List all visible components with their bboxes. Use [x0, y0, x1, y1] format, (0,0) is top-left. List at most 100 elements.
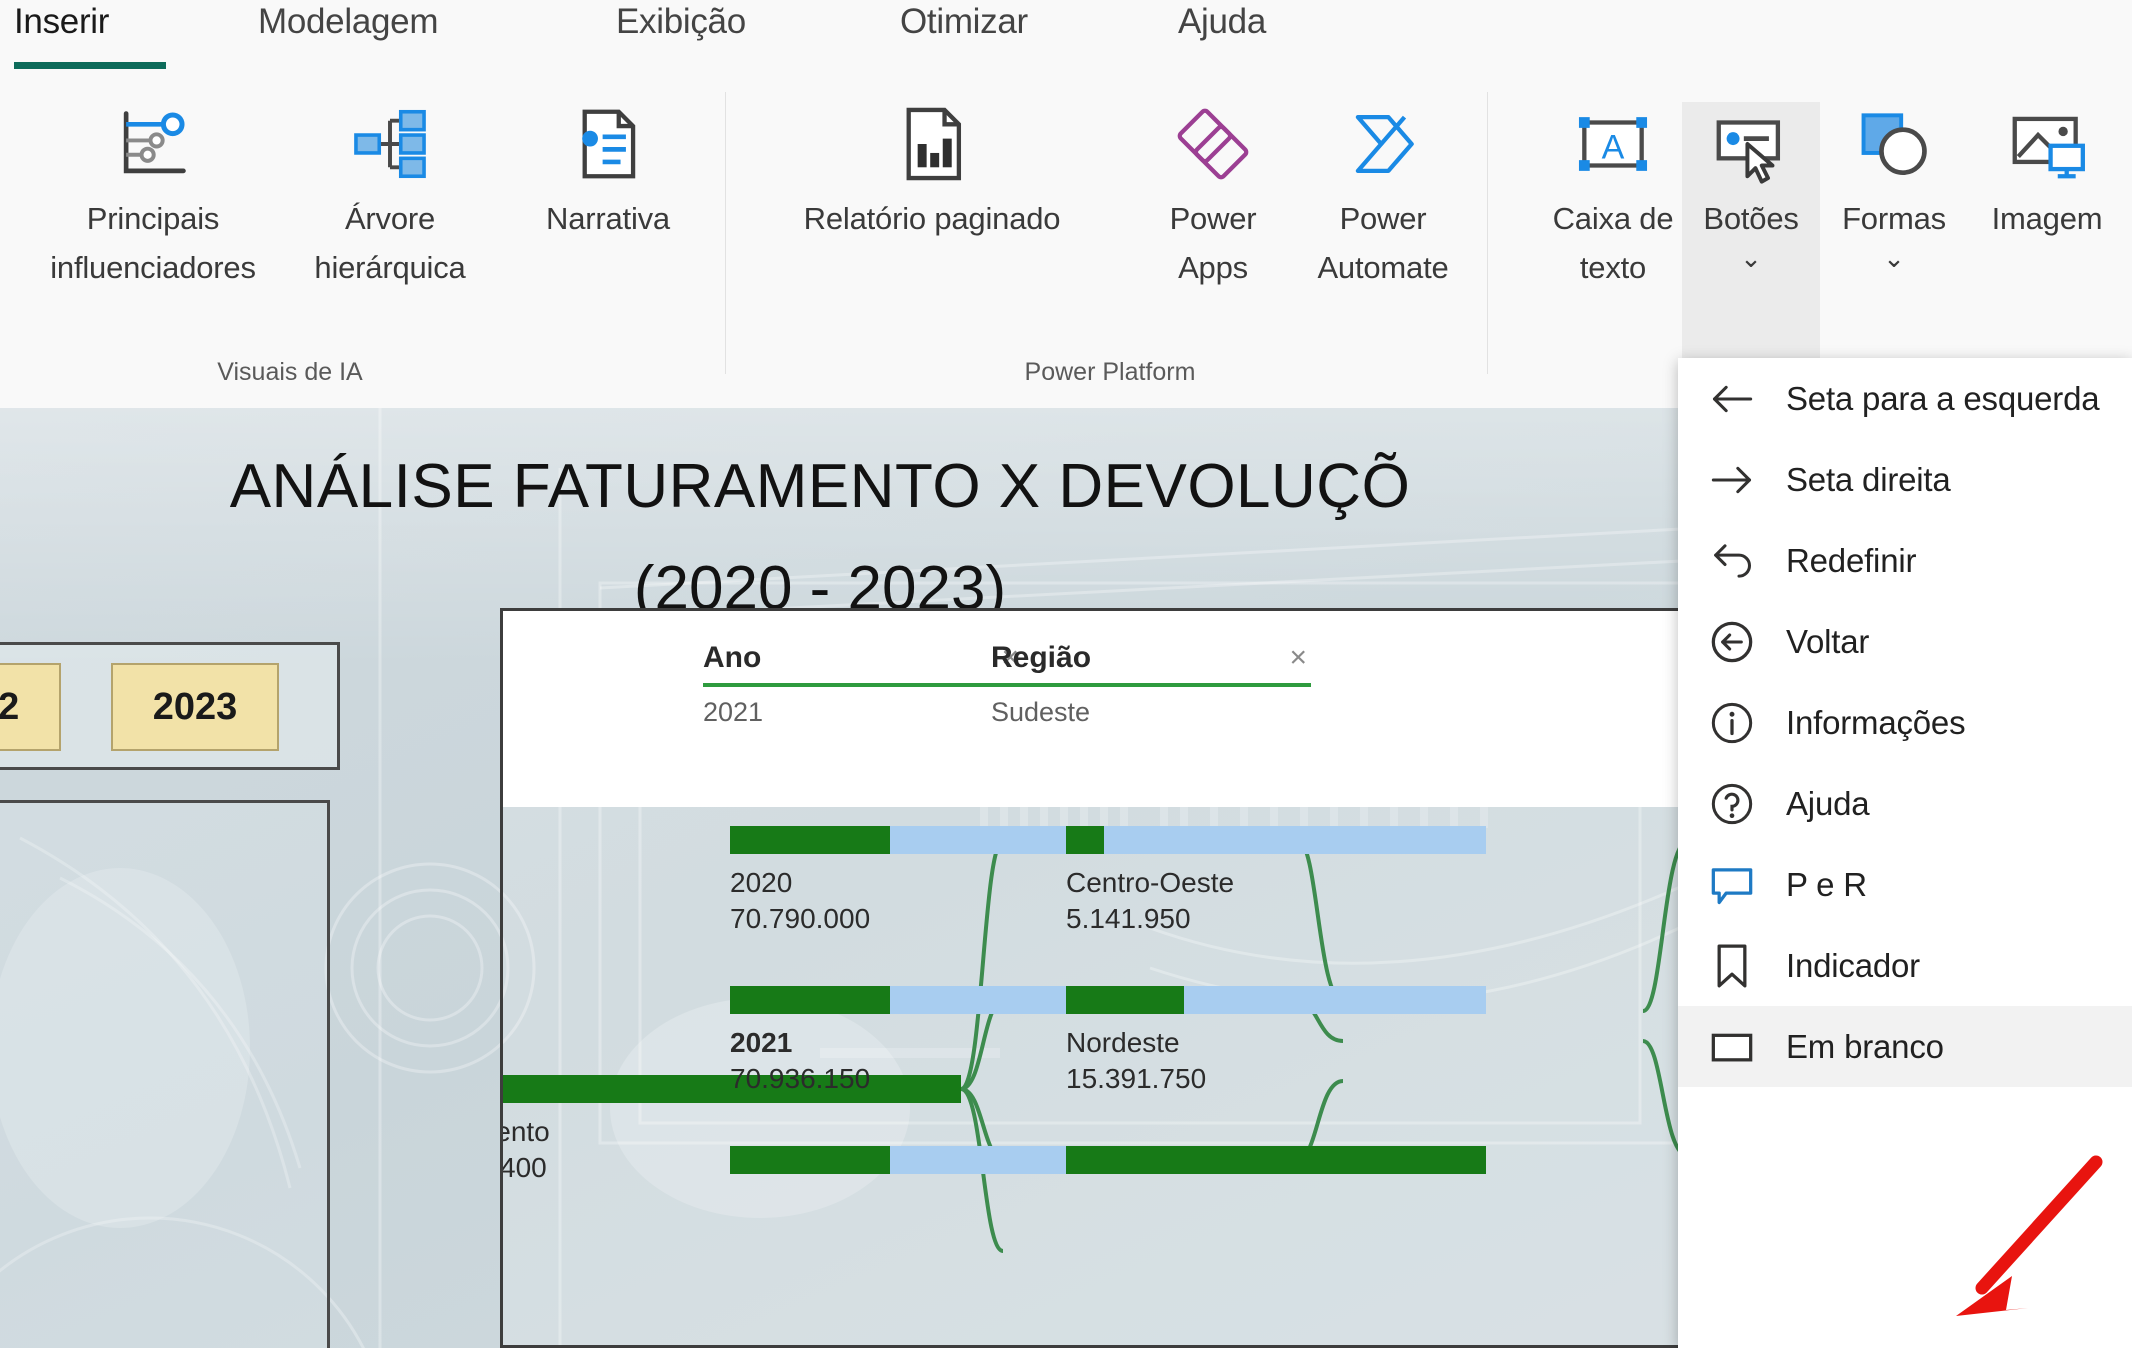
tree-node-name: Nordeste [1066, 1027, 1180, 1058]
help-circle-icon [1704, 776, 1760, 832]
menu-item-label: P e R [1786, 865, 1867, 903]
year-slicer[interactable]: 2022 2023 [0, 642, 340, 770]
ribbon-tab-modelagem[interactable]: Modelagem [258, 2, 438, 42]
ribbon-tab-otimizar[interactable]: Otimizar [900, 2, 1028, 42]
shapes-icon [1851, 101, 1937, 187]
tree-filter-underline [703, 683, 1023, 687]
ribbon-tab-exibio[interactable]: Exibição [616, 2, 746, 42]
decomposition-tree-visual[interactable]: Ano×2021Região×Sudeste Faturamento350.63… [500, 608, 1720, 1348]
page-title: ANÁLISE FATURAMENTO X DEVOLUÇÕ [229, 452, 1411, 521]
ribbon-button-caixa-de-texto[interactable]: A Caixa de texto [1518, 94, 1708, 292]
ribbon-button-imagem[interactable]: Imagem [1962, 94, 2132, 243]
tree-filter-header: Ano × 2021 Região × Sudeste [503, 611, 1717, 807]
chevron-down-icon[interactable]: ⌄ [1682, 243, 1820, 273]
menu-item-label: Redefinir [1786, 541, 1917, 579]
buttons-dropdown-menu[interactable]: Seta para a esquerda Seta direita Redefi… [1678, 358, 2132, 1348]
close-icon[interactable]: × [1289, 641, 1307, 675]
tree-node-value: 5.141.950 [1066, 903, 1191, 934]
tree-node-name: Centro-Oeste [1066, 867, 1235, 898]
tree-node-name: 2021 [730, 1027, 793, 1058]
ribbon-button-label: Narrativa [546, 201, 670, 236]
menu-item-seta-direita[interactable]: Seta direita [1678, 439, 2132, 520]
ribbon-tab-bar: Inserir Modelagem Exibição Otimizar Ajuda [0, 0, 2132, 80]
menu-item-redefinir[interactable]: Redefinir [1678, 520, 2132, 601]
ribbon-button-botoes[interactable]: Botões ⌄ [1682, 94, 1820, 273]
arrow-left-icon [1704, 371, 1760, 427]
tree-node-value: 70.936.150 [730, 1063, 871, 1094]
power-apps-icon [1170, 101, 1256, 187]
tree-node-bar [1066, 986, 1486, 1014]
tree-node-bar-fill [1066, 1146, 1486, 1174]
ribbon-button-label: Caixa de texto [1552, 201, 1674, 285]
menu-item-label: Seta para a esquerda [1786, 379, 2100, 417]
info-circle-icon [1704, 695, 1760, 751]
smart-narrative-icon [565, 101, 651, 187]
tree-node-name: 2020 [730, 867, 793, 898]
menu-item-label: Informações [1786, 703, 1966, 741]
menu-item-seta-para-a-esquerda[interactable]: Seta para a esquerda [1678, 358, 2132, 439]
image-icon [2004, 101, 2090, 187]
tree-node-bar-fill [1066, 826, 1104, 854]
buttons-icon [1708, 101, 1794, 187]
menu-item-label: Seta direita [1786, 460, 1951, 498]
menu-item-indicador[interactable]: Indicador [1678, 925, 2132, 1006]
tree-node-bar-fill [730, 826, 890, 854]
ribbon-group-label: Power Platform [1024, 358, 1196, 386]
blank-rect-icon [1704, 1019, 1760, 1075]
menu-item-em-branco[interactable]: Em branco [1678, 1006, 2132, 1087]
paginated-report-icon [889, 101, 975, 187]
ribbon-button-principais-influenciadores[interactable]: Principais influenciadores [28, 94, 278, 292]
tree-filter-title: Ano [703, 641, 762, 674]
ribbon-button-label: Formas [1842, 201, 1946, 236]
tree-node[interactable]: Nordeste 15.391.750 [1066, 986, 1486, 1095]
tree-node-bar [730, 986, 1100, 1014]
ribbon: Inserir Modelagem Exibição Otimizar Ajuda Pr… [0, 0, 2132, 409]
back-circle-icon [1704, 614, 1760, 670]
key-influencers-icon [110, 101, 196, 187]
menu-item-label: Em branco [1786, 1027, 1944, 1065]
active-tab-underline [14, 62, 166, 69]
tree-node-value: 70.790.000 [730, 903, 871, 934]
ribbon-button-label: Imagem [1991, 201, 2103, 236]
tree-filter-região[interactable]: Região × Sudeste [991, 641, 1311, 728]
ribbon-button-label: Botões [1703, 201, 1799, 236]
tree-node[interactable]: 2021 70.936.150 [730, 986, 1100, 1095]
ribbon-button-power-automate[interactable]: Power Automate [1268, 94, 1498, 292]
ribbon-button-label: Principais influenciadores [50, 201, 256, 285]
tree-node[interactable]: Centro-Oeste 5.141.950 [1066, 826, 1486, 935]
menu-item-label: Ajuda [1786, 784, 1870, 822]
menu-item-p-e-r[interactable]: P e R [1678, 844, 2132, 925]
tree-filter-ano[interactable]: Ano × 2021 [703, 641, 1023, 728]
ribbon-button-relatorio-paginado[interactable]: Relatório paginado [752, 94, 1112, 243]
tree-node-bar [1066, 826, 1486, 854]
year-slicer-button-2022[interactable]: 2022 [0, 663, 61, 751]
qna-bubble-icon [1704, 857, 1760, 913]
year-slicer-button-2023[interactable]: 2023 [111, 663, 279, 751]
tree-filter-value: 2021 [703, 697, 764, 727]
ribbon-button-formas[interactable]: Formas ⌄ [1820, 94, 1968, 273]
menu-item-ajuda[interactable]: Ajuda [1678, 763, 2132, 844]
ribbon-button-label: Power Automate [1317, 201, 1449, 285]
tree-node[interactable]: 2020 70.790.000 [730, 826, 1100, 935]
tree-node-bar [730, 826, 1100, 854]
tree-filter-title: Região [991, 641, 1092, 674]
power-automate-icon [1340, 101, 1426, 187]
decomposition-tree-icon [347, 101, 433, 187]
tree-node-name: Faturamento [503, 1116, 550, 1147]
ribbon-group-divider [1487, 92, 1488, 374]
ribbon-button-label: Relatório paginado [803, 201, 1061, 236]
menu-item-label: Indicador [1786, 946, 1920, 984]
ribbon-tab-inserir[interactable]: Inserir [14, 2, 109, 42]
reset-arrow-icon [1704, 533, 1760, 589]
chevron-down-icon[interactable]: ⌄ [1820, 243, 1968, 273]
ribbon-button-arvore-hierarquica[interactable]: Árvore hierárquica [290, 94, 490, 292]
menu-item-informa-es[interactable]: Informações [1678, 682, 2132, 763]
tree-node-bar-fill [730, 986, 890, 1014]
menu-item-voltar[interactable]: Voltar [1678, 601, 2132, 682]
ribbon-tab-ajuda[interactable]: Ajuda [1178, 2, 1266, 42]
left-kpi-card[interactable]: 37.780.8000.600.25037.263.200 [0, 800, 330, 1348]
ribbon-button-narrativa[interactable]: Narrativa [508, 94, 708, 243]
bookmark-icon [1704, 938, 1760, 994]
tree-node[interactable] [730, 1146, 1100, 1174]
tree-node[interactable] [1066, 1146, 1486, 1174]
